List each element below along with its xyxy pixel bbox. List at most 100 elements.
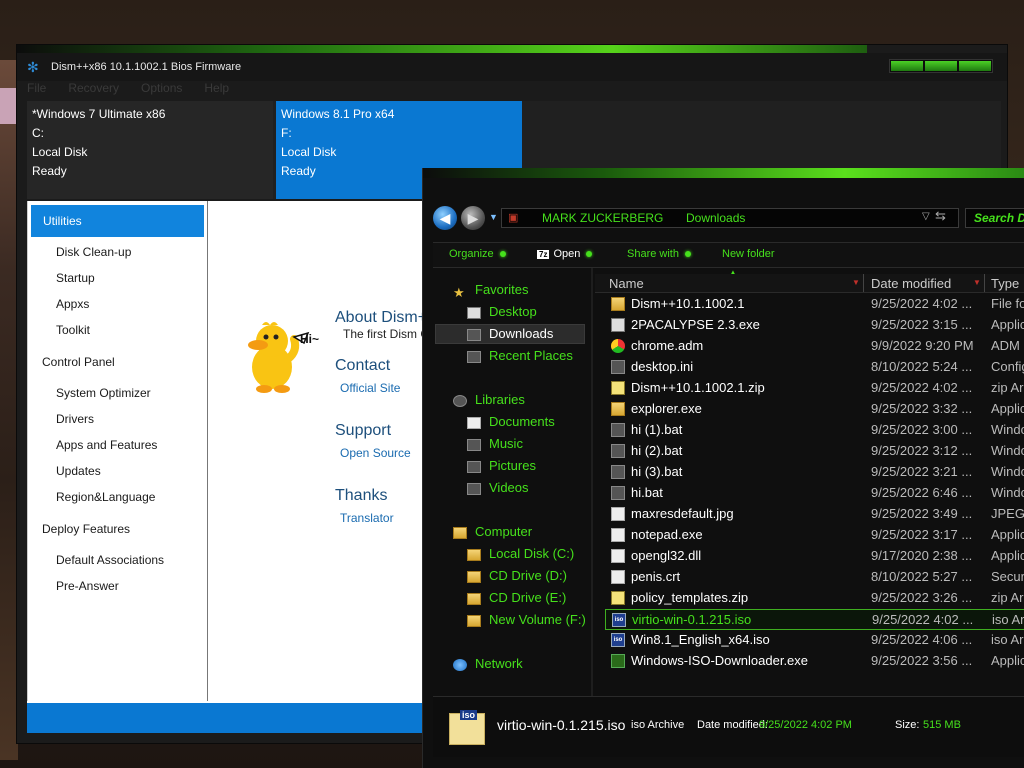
- file-row[interactable]: policy_templates.zip 9/25/2022 3:26 ... zi…: [605, 588, 1024, 609]
- open-source-link[interactable]: Open Source: [340, 446, 411, 460]
- file-row[interactable]: iso virtio-win-0.1.215.iso 9/25/2022 4:02 …: [605, 609, 1024, 630]
- nav-desktop[interactable]: Desktop: [467, 304, 537, 319]
- column-type[interactable]: Type: [991, 276, 1019, 291]
- sidebar-item-pre-answer[interactable]: Pre-Answer: [56, 579, 119, 593]
- dropdown-dot-icon: [586, 251, 593, 258]
- nav-favorites[interactable]: ★ Favorites: [453, 282, 528, 300]
- file-type: Windo: [991, 422, 1024, 437]
- file-date: 8/10/2022 5:24 ...: [871, 359, 973, 374]
- maximize-button[interactable]: [925, 61, 957, 71]
- file-row[interactable]: hi (3).bat 9/25/2022 3:21 ... Windo: [605, 462, 1024, 483]
- menu-file[interactable]: File: [27, 81, 46, 97]
- sidebar-item-drivers[interactable]: Drivers: [56, 412, 94, 426]
- file-row[interactable]: Dism++10.1.1002.1.zip 9/25/2022 4:02 ... z…: [605, 378, 1024, 399]
- file-row[interactable]: notepad.exe 9/25/2022 3:17 ... Applic: [605, 525, 1024, 546]
- file-row[interactable]: explorer.exe 9/25/2022 3:32 ... Applic: [605, 399, 1024, 420]
- menu-recovery[interactable]: Recovery: [68, 81, 119, 97]
- nav-drive-e[interactable]: CD Drive (E:): [467, 590, 566, 605]
- close-button[interactable]: [959, 61, 991, 71]
- file-row[interactable]: Windows-ISO-Downloader.exe 9/25/2022 3:56…: [605, 651, 1024, 672]
- search-input[interactable]: Search D: [965, 208, 1024, 228]
- translator-link[interactable]: Translator: [340, 511, 394, 525]
- nav-libraries[interactable]: Libraries: [453, 392, 525, 407]
- sidebar-item-utilities[interactable]: Utilities: [31, 205, 204, 237]
- sidebar-item-disk-cleanup[interactable]: Disk Clean-up: [56, 245, 131, 259]
- menu-help[interactable]: Help: [204, 81, 229, 97]
- address-dropdown-icon[interactable]: ▽: [922, 211, 930, 222]
- file-name: maxresdefault.jpg: [631, 506, 734, 521]
- share-with-button[interactable]: Share with: [627, 248, 691, 260]
- file-date: 9/25/2022 3:56 ...: [871, 653, 973, 668]
- file-row[interactable]: hi (2).bat 9/25/2022 3:12 ... Windo: [605, 441, 1024, 462]
- nav-drive-f[interactable]: New Volume (F:): [467, 612, 586, 627]
- sidebar-item-default-associations[interactable]: Default Associations: [56, 553, 164, 567]
- nav-downloads[interactable]: Downloads: [467, 326, 553, 341]
- file-row[interactable]: chrome.adm 9/9/2022 9:20 PM ADM F: [605, 336, 1024, 357]
- column-filter-icon[interactable]: ▼: [852, 278, 860, 287]
- zip-file-icon: [611, 591, 625, 605]
- nav-music[interactable]: Music: [467, 436, 523, 451]
- column-name[interactable]: Name: [609, 276, 644, 291]
- details-filetype: iso Archive: [631, 719, 685, 731]
- nav-drive-d[interactable]: CD Drive (D:): [467, 568, 567, 583]
- downloads-icon: [467, 328, 481, 341]
- file-row[interactable]: Dism++10.1.1002.1 9/25/2022 4:02 ... File …: [605, 294, 1024, 315]
- menu-options[interactable]: Options: [141, 81, 182, 97]
- sidebar-item-apps-features[interactable]: Apps and Features: [56, 438, 157, 452]
- sidebar-item-updates[interactable]: Updates: [56, 464, 101, 478]
- file-row[interactable]: penis.crt 8/10/2022 5:27 ... Secur: [605, 567, 1024, 588]
- refresh-icon[interactable]: ⇆: [935, 208, 946, 224]
- gear-icon: ✻: [27, 59, 39, 75]
- sidebar-item-region-language[interactable]: Region&Language: [56, 490, 155, 504]
- nav-computer[interactable]: Computer: [453, 524, 532, 539]
- sidebar-item-appxs[interactable]: Appxs: [56, 297, 89, 311]
- forward-button[interactable]: ▶: [461, 206, 485, 230]
- file-row[interactable]: maxresdefault.jpg 9/25/2022 3:49 ... JPEG: [605, 504, 1024, 525]
- nav-recent-places[interactable]: Recent Places: [467, 348, 573, 363]
- file-type: iso Ar: [992, 612, 1024, 627]
- sidebar-item-system-optimizer[interactable]: System Optimizer: [56, 386, 151, 400]
- nav-label: Computer: [475, 524, 533, 539]
- file-row[interactable]: opengl32.dll 9/17/2020 2:38 ... Applic: [605, 546, 1024, 567]
- dark-file-icon: [611, 360, 625, 374]
- official-site-link[interactable]: Official Site: [340, 381, 400, 395]
- pane-splitter[interactable]: [591, 268, 593, 708]
- breadcrumb-downloads[interactable]: Downloads: [686, 211, 745, 225]
- sidebar-item-toolkit[interactable]: Toolkit: [56, 323, 90, 337]
- file-row[interactable]: hi.bat 9/25/2022 6:46 ... Windo: [605, 483, 1024, 504]
- open-button[interactable]: 7z Open: [537, 248, 593, 260]
- breadcrumb-user[interactable]: MARK ZUCKERBERG: [542, 211, 663, 225]
- nav-pictures[interactable]: Pictures: [467, 458, 536, 473]
- new-folder-button[interactable]: New folder: [722, 248, 775, 260]
- sidebar-item-deploy-features[interactable]: Deploy Features: [28, 518, 130, 540]
- green-file-icon: [611, 654, 625, 668]
- nav-documents[interactable]: Documents: [467, 414, 555, 429]
- minimize-button[interactable]: [891, 61, 923, 71]
- sidebar-item-startup[interactable]: Startup: [56, 271, 95, 285]
- column-date[interactable]: Date modified: [871, 276, 951, 291]
- file-row[interactable]: 2PACALYPSE 2.3.exe 9/25/2022 3:15 ... Appl…: [605, 315, 1024, 336]
- nav-drive-c[interactable]: Local Disk (C:): [467, 546, 574, 561]
- file-row[interactable]: hi (1).bat 9/25/2022 3:00 ... Windo: [605, 420, 1024, 441]
- column-divider[interactable]: [984, 274, 985, 292]
- file-row[interactable]: desktop.ini 8/10/2022 5:24 ... Config: [605, 357, 1024, 378]
- nav-videos[interactable]: Videos: [467, 480, 529, 495]
- column-divider[interactable]: [863, 274, 864, 292]
- file-date: 9/25/2022 4:02 ...: [871, 296, 973, 311]
- history-dropdown-icon[interactable]: ▼: [489, 212, 498, 222]
- nav-network[interactable]: Network: [453, 656, 523, 671]
- forward-arrow-icon: ▶: [467, 210, 479, 226]
- sidebar-item-control-panel[interactable]: Control Panel: [28, 351, 115, 373]
- dism-titlebar[interactable]: ✻ Dism++x86 10.1.1002.1 Bios Firmware: [17, 53, 1007, 81]
- session-windows7[interactable]: *Windows 7 Ultimate x86 C: Local Disk Re…: [27, 101, 273, 199]
- file-date: 9/25/2022 3:21 ...: [871, 464, 973, 479]
- folder-icon: ▣: [508, 212, 519, 224]
- nav-label: Libraries: [475, 392, 525, 407]
- file-row[interactable]: iso Win8.1_English_x64.iso 9/25/2022 4:06 …: [605, 630, 1024, 651]
- nav-label: Pictures: [489, 458, 536, 473]
- session-drive: F:: [281, 126, 292, 140]
- back-button[interactable]: ◀: [433, 206, 457, 230]
- column-filter-icon[interactable]: ▼: [973, 278, 981, 287]
- organize-button[interactable]: Organize: [449, 248, 506, 260]
- address-bar[interactable]: ▣ MARK ZUCKERBERG Downloads ▽: [501, 208, 959, 228]
